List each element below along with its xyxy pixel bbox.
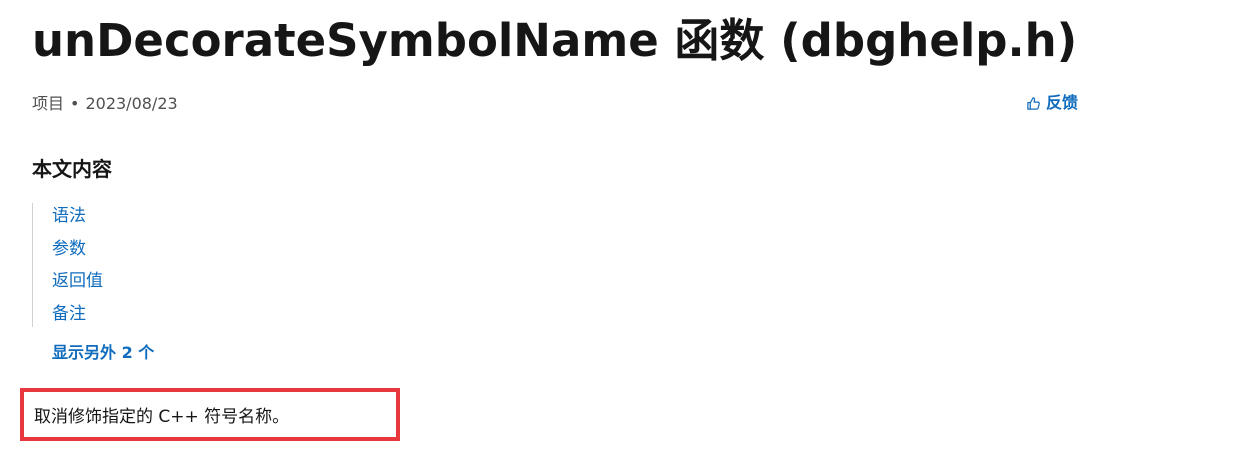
publish-date: 2023/08/23 — [85, 94, 178, 113]
article-meta: 项目 • 2023/08/23 — [32, 94, 178, 114]
toc-item-syntax[interactable]: 语法 — [52, 203, 252, 236]
toc-list: 语法 参数 返回值 备注 — [32, 203, 252, 327]
feedback-button[interactable]: 反馈 — [1026, 93, 1078, 113]
page-title: unDecorateSymbolName 函数 (dbghelp.h) — [32, 14, 1078, 67]
feedback-label: 反馈 — [1046, 93, 1079, 112]
meta-separator: • — [70, 94, 80, 113]
category-label: 项目 — [32, 94, 65, 113]
show-more-button[interactable]: 显示另外 2 个 — [52, 342, 154, 364]
description-text: 取消修饰指定的 C++ 符号名称。 — [34, 407, 290, 427]
thumbs-up-icon — [1026, 96, 1041, 111]
toc-item-remarks[interactable]: 备注 — [52, 301, 252, 334]
highlighted-description: 取消修饰指定的 C++ 符号名称。 — [20, 388, 400, 441]
toc-heading: 本文内容 — [32, 157, 112, 181]
toc-item-parameters[interactable]: 参数 — [52, 236, 252, 269]
toc-item-return-value[interactable]: 返回值 — [52, 268, 252, 301]
